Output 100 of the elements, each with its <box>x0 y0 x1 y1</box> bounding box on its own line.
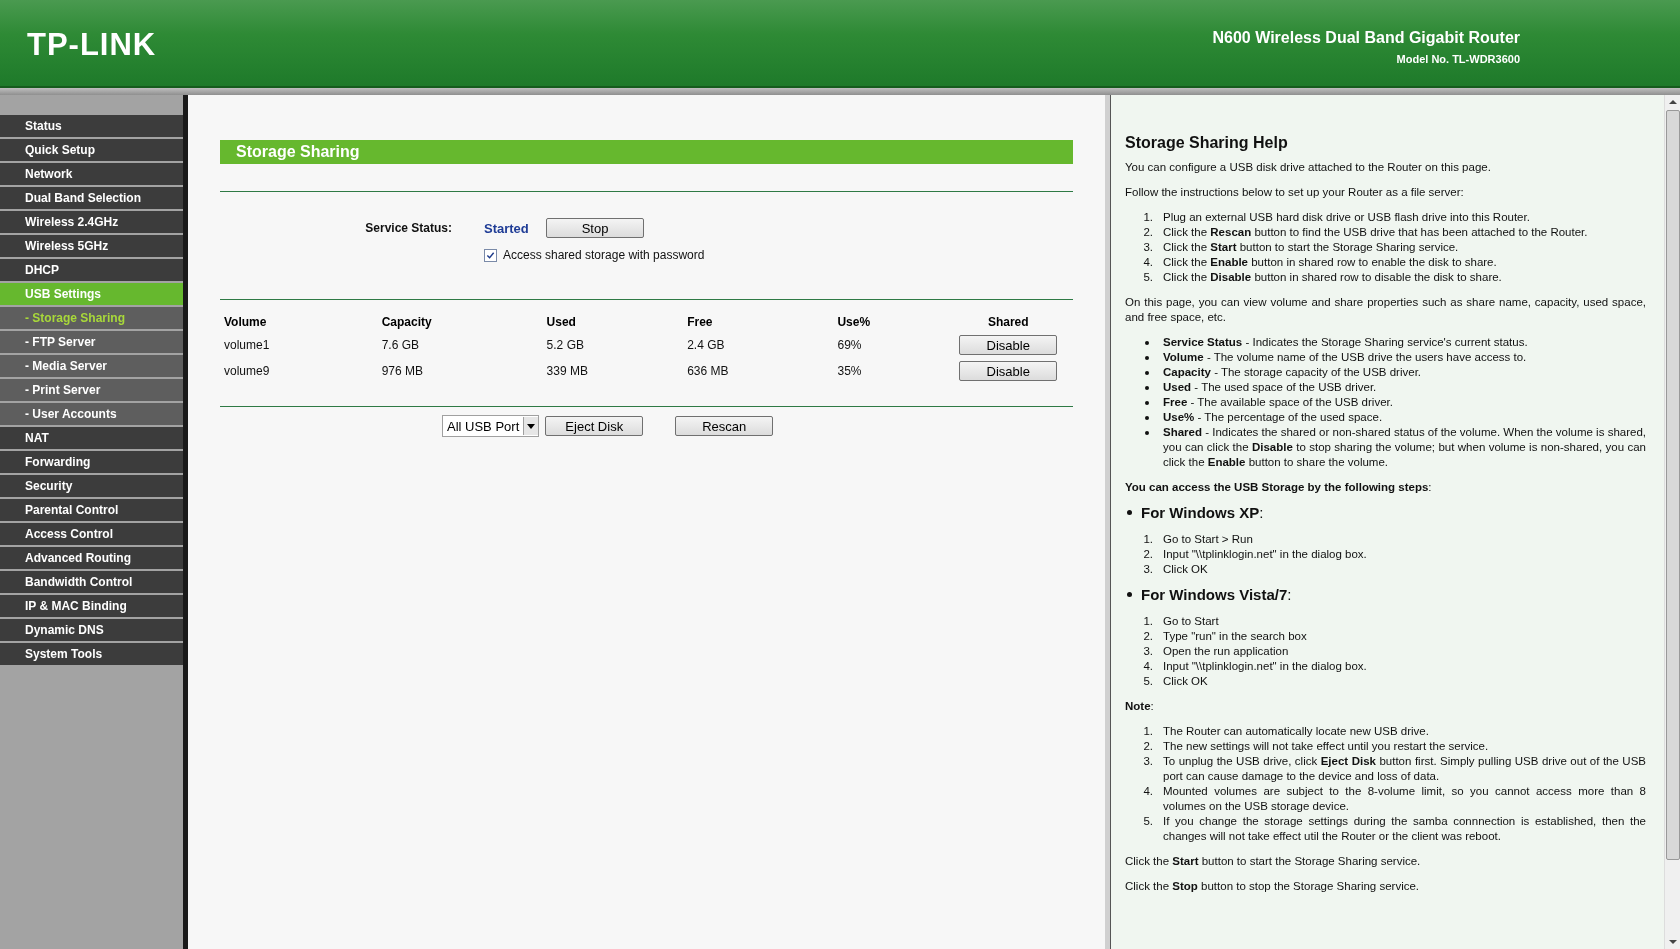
list-number: 4. <box>1142 659 1154 674</box>
caret-icon <box>527 423 536 429</box>
status-value: Started <box>484 220 530 236</box>
bullet-icon <box>1145 356 1149 360</box>
help-list-item: Type "run" in the search box <box>1163 629 1308 644</box>
disable-button[interactable]: Disable <box>959 361 1058 381</box>
field-label: Service Status: <box>364 221 452 235</box>
help-list-item: Mounted volumes are subject to the 8-volume limit, so you cannot access more than 8 volumes on the USB storage device. <box>1163 784 1646 814</box>
list-number: 1. <box>1142 724 1154 739</box>
table-cell-text: volume1 <box>223 337 271 354</box>
help-list-item: Open the run application <box>1163 644 1290 659</box>
help-list-item: Click the Rescan button to find the USB drive that has been attached to the Router. <box>1163 225 1589 240</box>
sidebar-item[interactable]: Forwarding <box>0 451 183 473</box>
list-number: 2. <box>1142 629 1154 644</box>
column-header: Use% <box>836 314 872 331</box>
sidebar-item[interactable]: Advanced Routing <box>0 547 183 569</box>
table-cell-text: 636 MB <box>686 363 730 380</box>
bullet-icon <box>1145 401 1149 405</box>
help-subheading: For Windows Vista/7: <box>1141 587 1292 602</box>
brand-logo: TP-LINK <box>27 27 157 63</box>
scrollbar-thumb[interactable] <box>1665 110 1680 860</box>
list-number: 5. <box>1142 814 1154 829</box>
list-number: 5. <box>1142 674 1154 689</box>
sidebar-item[interactable]: - Media Server <box>0 355 183 377</box>
scrollbar[interactable] <box>1664 95 1680 949</box>
help-list-item: Used - The used space of the USB driver. <box>1163 380 1378 395</box>
bullet-icon <box>1145 416 1149 420</box>
help-list-item: Capacity - The storage capacity of the USB driver. <box>1163 365 1423 380</box>
stop-button[interactable]: Stop <box>546 218 644 238</box>
checkbox-label: Access shared storage with password <box>503 248 705 262</box>
sidebar-item[interactable]: NAT <box>0 427 183 449</box>
sidebar-item[interactable]: - Storage Sharing <box>0 307 183 329</box>
sidebar-item[interactable]: Wireless 2.4GHz <box>0 211 183 233</box>
model-number: Model No. TL-WDR3600 <box>1396 53 1520 65</box>
sidebar-item[interactable]: Wireless 5GHz <box>0 235 183 257</box>
help-list-item: Service Status - Indicates the Storage Sharing service's current status. <box>1163 335 1529 350</box>
sidebar-item[interactable]: IP & MAC Binding <box>0 595 183 617</box>
disable-button[interactable]: Disable <box>959 335 1058 355</box>
sidebar-item[interactable]: Dynamic DNS <box>0 619 183 641</box>
help-list-item: Go to Start <box>1163 614 1220 629</box>
sidebar-item[interactable]: - Print Server <box>0 379 183 401</box>
sidebar-item[interactable]: - FTP Server <box>0 331 183 353</box>
sidebar-item[interactable]: Parental Control <box>0 499 183 521</box>
column-header: Volume <box>223 314 268 331</box>
sidebar-item[interactable]: System Tools <box>0 643 183 665</box>
sidebar-item[interactable]: Security <box>0 475 183 497</box>
list-number: 1. <box>1142 532 1154 547</box>
scroll-up-icon[interactable] <box>1668 100 1677 104</box>
bullet-icon <box>1145 341 1149 345</box>
scroll-down-icon[interactable] <box>1668 940 1677 944</box>
help-list-item: If you change the storage settings during the samba connnection is established, then the changes will not take effect util the Router or the client was reboot. <box>1163 814 1646 844</box>
help-list-item: Click OK <box>1163 562 1209 577</box>
sidebar-item[interactable]: Network <box>0 163 183 185</box>
list-number: 3. <box>1142 562 1154 577</box>
table-cell-text: 35% <box>836 363 863 380</box>
table-cell-text: 5.2 GB <box>545 337 585 354</box>
bullet-icon <box>1127 510 1132 515</box>
list-number: 2. <box>1142 547 1154 562</box>
column-header: Used <box>545 314 577 331</box>
table-cell-text: 2.4 GB <box>686 337 726 354</box>
column-header: Free <box>686 314 714 331</box>
help-paragraph: Click the Start button to start the Storage Sharing service. <box>1125 854 1422 869</box>
eject-disk-button[interactable]: Eject Disk <box>545 416 644 436</box>
list-number: 3. <box>1142 754 1154 769</box>
rescan-button[interactable]: Rescan <box>675 416 774 436</box>
table-cell-text: 69% <box>836 337 863 354</box>
bullet-icon <box>1145 431 1149 435</box>
sidebar-item[interactable]: Quick Setup <box>0 139 183 161</box>
help-paragraph: You can access the USB Storage by the following steps: <box>1125 480 1433 495</box>
help-list-item: Go to Start > Run <box>1163 532 1254 547</box>
help-list-item: Shared - Indicates the shared or non-shared status of the volume. When the volume is shared, you can click the Disable to stop sharing the volume; but when volume is non-shared, you can click the Enable button to share the volume. <box>1163 425 1646 470</box>
help-list-item: Input "\\tplinklogin.net" in the dialog box. <box>1163 659 1368 674</box>
checkbox[interactable] <box>484 248 497 262</box>
sidebar-item[interactable]: Status <box>0 115 183 137</box>
help-paragraph: You can configure a USB disk drive attached to the Router on this page. <box>1125 160 1492 175</box>
help-list-item: Click the Start button to start the Storage Sharing service. <box>1163 240 1460 255</box>
sidebar-item[interactable]: Bandwidth Control <box>0 571 183 593</box>
help-paragraph: On this page, you can view volume and share properties such as share name, capacity, used space, and free space, etc. <box>1125 295 1646 325</box>
list-number: 1. <box>1142 614 1154 629</box>
help-paragraph: Click the Stop button to stop the Storage Sharing service. <box>1125 879 1421 894</box>
help-list-item: Use% - The percentage of the used space. <box>1163 410 1384 425</box>
help-list-item: The new settings will not take effect until you restart the service. <box>1163 739 1490 754</box>
sidebar-item[interactable]: Dual Band Selection <box>0 187 183 209</box>
sidebar-item[interactable]: - User Accounts <box>0 403 183 425</box>
help-subheading: For Windows XP: <box>1141 505 1264 520</box>
help-paragraph: Note: <box>1125 699 1155 714</box>
help-list-item: The Router can automatically locate new USB drive. <box>1163 724 1430 739</box>
bullet-icon <box>1127 592 1132 597</box>
sidebar-item[interactable]: Access Control <box>0 523 183 545</box>
column-header: Shared <box>986 314 1030 331</box>
sidebar-item[interactable]: DHCP <box>0 259 183 281</box>
port-dropdown[interactable]: All USB Port <box>442 415 540 437</box>
help-list-item: Click the Enable button in shared row to enable the disk to share. <box>1163 255 1498 270</box>
list-number: 1. <box>1142 210 1154 225</box>
help-list-item: Free - The available space of the USB driver. <box>1163 395 1394 410</box>
list-number: 5. <box>1142 270 1154 285</box>
help-list-item: Input "\\tplinklogin.net" in the dialog box. <box>1163 547 1368 562</box>
help-list-item: Volume - The volume name of the USB drive the users have access to. <box>1163 350 1528 365</box>
list-number: 2. <box>1142 225 1154 240</box>
list-number: 2. <box>1142 739 1154 754</box>
